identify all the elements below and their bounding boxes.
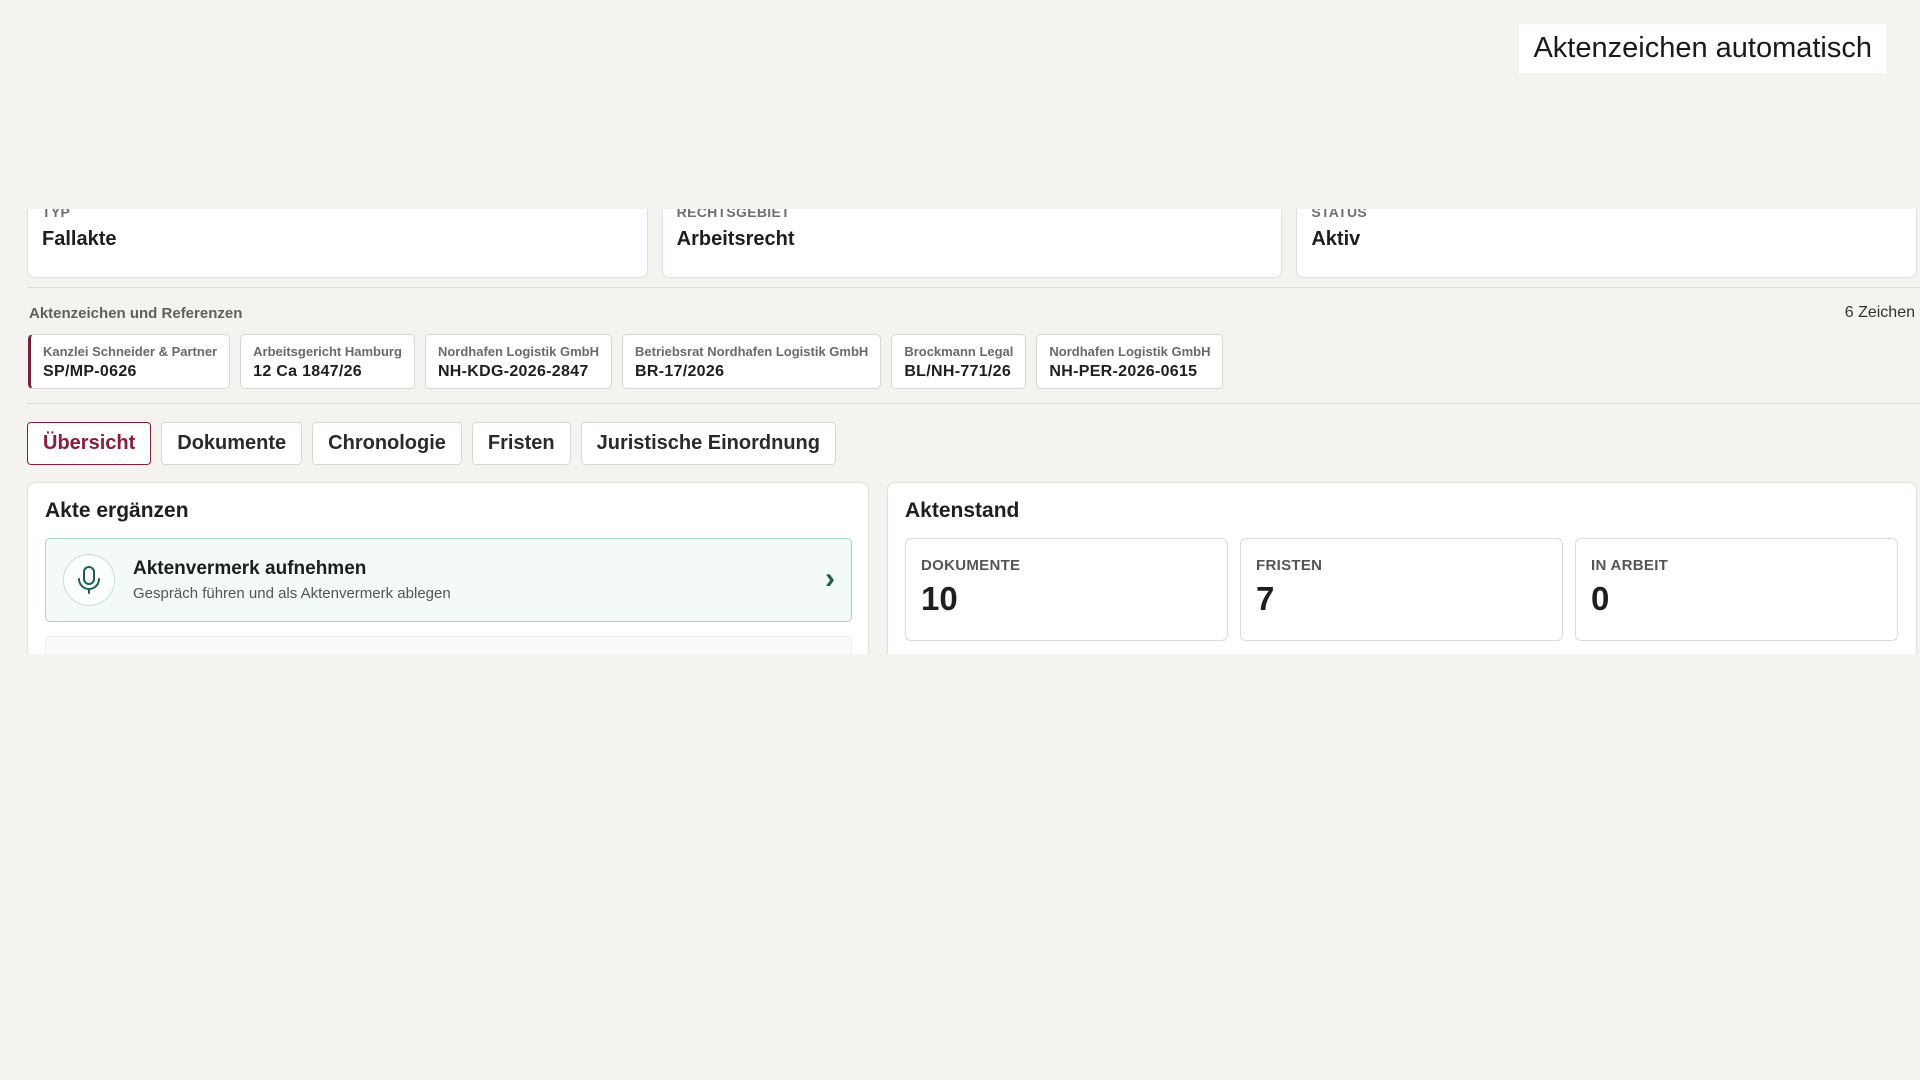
microphone-icon [63,554,115,606]
references-header: Aktenzeichen und Referenzen 6 Zeichen [29,304,1915,322]
divider [27,287,1920,288]
references-list: Kanzlei Schneider & Partner SP/MP-0626 A… [28,334,1224,389]
action-title: Aktenvermerk aufnehmen [133,558,367,579]
references-count: 6 Zeichen [1844,304,1915,321]
meta-label: Typ [42,209,71,220]
stat-label: Fristen [1256,557,1323,574]
references-title: Aktenzeichen und Referenzen [29,304,243,322]
tab-legal-classification[interactable]: Juristische Einordnung [580,422,836,465]
chevron-right-icon: › [825,562,835,595]
reference-chip[interactable]: Brockmann Legal BL/NH-771/26 [891,334,1027,389]
stat-label: Dokumente [921,557,1021,574]
reference-code: NH-PER-2026-0615 [1049,363,1198,380]
screen: Aktenzeichen automatisch Typ Fallakte Re… [0,0,1920,1080]
meta-cards: Typ Fallakte Rechtsgebiet Arbeitsrecht S… [27,209,1918,278]
meta-card-status: Status Aktiv [1296,209,1918,278]
meta-value: Fallakte [42,228,117,250]
reference-code: BR-17/2026 [635,363,725,380]
tab-chronology[interactable]: Chronologie [312,422,462,465]
next-action-card[interactable] [45,636,852,654]
stat-value: 0 [1591,580,1610,617]
stat-value: 7 [1256,580,1275,617]
meta-card-type: Typ Fallakte [27,209,648,278]
reference-org: Betriebsrat Nordhafen Logistik GmbH [635,344,869,359]
tab-deadlines[interactable]: Fristen [471,422,571,465]
reference-org: Brockmann Legal [904,344,1014,359]
meta-value: Arbeitsrecht [676,228,795,250]
reference-org: Arbeitsgericht Hamburg [253,344,402,359]
file-status-panel: Aktenstand Dokumente 10 Fristen 7 In Arb… [887,482,1917,654]
reference-code: 12 Ca 1847/26 [253,363,363,380]
reference-org: Kanzlei Schneider & Partner [43,344,218,359]
divider [27,403,1920,404]
reference-org: Nordhafen Logistik GmbH [437,344,599,359]
reference-org: Nordhafen Logistik GmbH [1049,344,1211,359]
reference-code: NH-KDG-2026-2847 [437,363,589,380]
action-subtitle: Gespräch führen und als Aktenvermerk abl… [133,585,451,602]
meta-label: Rechtsgebiet [676,209,790,220]
meta-value: Aktiv [1311,228,1361,250]
stat-card-deadlines: Fristen 7 [1240,538,1563,641]
stat-card-in-progress: In Arbeit 0 [1575,538,1898,641]
reference-code: SP/MP-0626 [43,363,137,380]
reference-chip[interactable]: Kanzlei Schneider & Partner SP/MP-0626 [28,334,231,389]
action-text: Aktenvermerk aufnehmen Gespräch führen u… [133,558,451,602]
caption-label: Aktenzeichen automatisch [1519,24,1886,73]
tab-overview[interactable]: Übersicht [27,422,152,465]
meta-label: Status [1311,209,1368,220]
reference-chip[interactable]: Betriebsrat Nordhafen Logistik GmbH BR-1… [622,334,882,389]
tab-documents[interactable]: Dokumente [161,422,303,465]
stat-card-documents: Dokumente 10 [905,538,1228,641]
panel-title: Aktenstand [905,499,1020,522]
reference-chip[interactable]: Nordhafen Logistik GmbH NH-KDG-2026-2847 [424,334,612,389]
stat-label: In Arbeit [1591,557,1669,574]
stat-value: 10 [921,580,958,617]
reference-code: BL/NH-771/26 [904,363,1012,380]
tab-bar: Übersicht Dokumente Chronologie Fristen … [27,422,836,465]
meta-card-area: Rechtsgebiet Arbeitsrecht [661,209,1283,278]
app-viewport: Typ Fallakte Rechtsgebiet Arbeitsrecht S… [0,209,1920,654]
reference-chip[interactable]: Arbeitsgericht Hamburg 12 Ca 1847/26 [240,334,415,389]
supplement-panel: Akte ergänzen Aktenvermerk aufnehmen Ges… [27,482,869,654]
record-note-button[interactable]: Aktenvermerk aufnehmen Gespräch führen u… [45,538,852,622]
panel-title: Akte ergänzen [45,499,189,522]
reference-chip[interactable]: Nordhafen Logistik GmbH NH-PER-2026-0615 [1036,334,1224,389]
